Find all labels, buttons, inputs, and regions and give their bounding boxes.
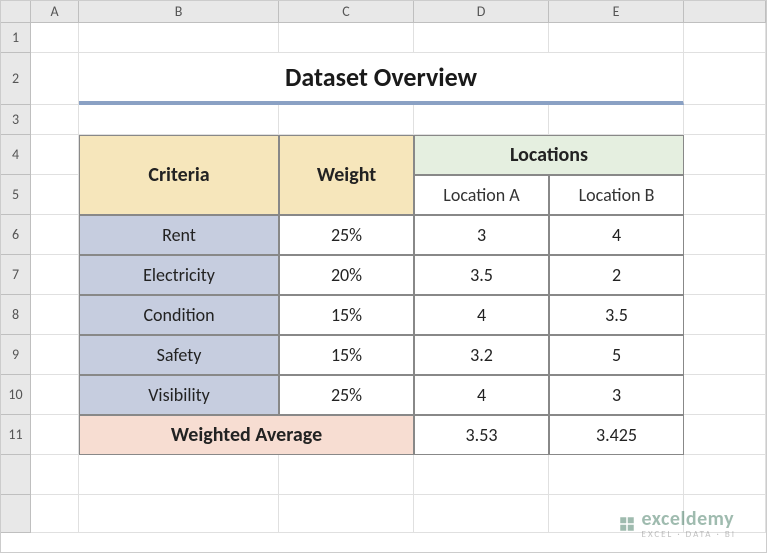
header-criteria[interactable]: Criteria (79, 135, 279, 215)
criteria-cell[interactable]: Visibility (79, 375, 279, 415)
value-cell[interactable]: 4 (549, 215, 684, 255)
weighted-average-label[interactable]: Weighted Average (79, 415, 414, 455)
header-locations[interactable]: Locations (414, 135, 684, 175)
brand-logo-icon (618, 515, 636, 533)
row-header-7[interactable]: 7 (1, 255, 31, 295)
cell[interactable] (79, 105, 279, 135)
cell[interactable] (684, 415, 766, 455)
row-header-11[interactable]: 11 (1, 415, 31, 455)
cell[interactable] (684, 53, 766, 105)
watermark-tag: EXCEL · DATA · BI (642, 529, 736, 540)
col-header-a[interactable]: A (31, 1, 79, 23)
cell[interactable] (279, 455, 414, 495)
cell[interactable] (31, 53, 79, 105)
cell[interactable] (414, 105, 549, 135)
col-header-b[interactable]: B (79, 1, 279, 23)
row-headers: 1 2 3 4 5 6 7 8 9 10 11 (1, 23, 31, 533)
column-headers: A B C D E (31, 1, 766, 23)
cell[interactable] (31, 455, 79, 495)
row-header-4[interactable]: 4 (1, 135, 31, 175)
cell[interactable] (31, 23, 79, 53)
cell[interactable] (684, 455, 766, 495)
value-cell[interactable]: 3.2 (414, 335, 549, 375)
row-header-1[interactable]: 1 (1, 23, 31, 53)
row-header-2[interactable]: 2 (1, 53, 31, 105)
col-header-blank[interactable] (684, 1, 766, 23)
row-header-5[interactable]: 5 (1, 175, 31, 215)
weight-cell[interactable]: 20% (279, 255, 414, 295)
value-cell[interactable]: 3 (414, 215, 549, 255)
header-weight[interactable]: Weight (279, 135, 414, 215)
cell[interactable] (414, 455, 549, 495)
row-header-3[interactable]: 3 (1, 105, 31, 135)
cell[interactable] (31, 295, 79, 335)
value-cell[interactable]: 3 (549, 375, 684, 415)
value-cell[interactable]: 3.5 (414, 255, 549, 295)
row-header-6[interactable]: 6 (1, 215, 31, 255)
weight-cell[interactable]: 15% (279, 335, 414, 375)
cell[interactable] (684, 335, 766, 375)
row-header-8[interactable]: 8 (1, 295, 31, 335)
row-header-blank-1[interactable] (1, 455, 31, 495)
weight-cell[interactable]: 15% (279, 295, 414, 335)
cell[interactable] (31, 215, 79, 255)
cell[interactable] (684, 375, 766, 415)
cell[interactable] (684, 175, 766, 215)
select-all-corner[interactable] (1, 1, 31, 23)
header-location-a[interactable]: Location A (414, 175, 549, 215)
cell[interactable] (684, 105, 766, 135)
cell[interactable] (684, 215, 766, 255)
watermark: exceldemy EXCEL · DATA · BI (618, 507, 736, 540)
cell[interactable] (549, 23, 684, 53)
spreadsheet: A B C D E 1 2 3 4 5 6 7 8 9 10 11 (0, 0, 767, 553)
cell[interactable] (549, 455, 684, 495)
value-cell[interactable]: 2 (549, 255, 684, 295)
col-header-e[interactable]: E (549, 1, 684, 23)
value-cell[interactable]: 5 (549, 335, 684, 375)
weight-cell[interactable]: 25% (279, 215, 414, 255)
weighted-average-b[interactable]: 3.425 (549, 415, 684, 455)
cell[interactable] (31, 135, 79, 175)
cell[interactable] (31, 105, 79, 135)
cell[interactable] (684, 23, 766, 53)
cell[interactable] (31, 335, 79, 375)
col-header-d[interactable]: D (414, 1, 549, 23)
criteria-cell[interactable]: Condition (79, 295, 279, 335)
cell[interactable] (31, 495, 79, 533)
cell[interactable] (279, 105, 414, 135)
cell[interactable] (31, 375, 79, 415)
cell[interactable] (684, 135, 766, 175)
col-header-c[interactable]: C (279, 1, 414, 23)
cell[interactable] (279, 23, 414, 53)
cell[interactable] (549, 105, 684, 135)
row-header-10[interactable]: 10 (1, 375, 31, 415)
row-header-9[interactable]: 9 (1, 335, 31, 375)
criteria-cell[interactable]: Safety (79, 335, 279, 375)
row-header-blank-2[interactable] (1, 495, 31, 533)
cell[interactable] (31, 175, 79, 215)
cell[interactable] (279, 495, 414, 533)
cell[interactable] (31, 415, 79, 455)
weighted-average-a[interactable]: 3.53 (414, 415, 549, 455)
weight-cell[interactable]: 25% (279, 375, 414, 415)
cell[interactable] (684, 255, 766, 295)
cell[interactable] (79, 495, 279, 533)
criteria-cell[interactable]: Electricity (79, 255, 279, 295)
cell[interactable] (79, 455, 279, 495)
value-cell[interactable]: 4 (414, 295, 549, 335)
value-cell[interactable]: 4 (414, 375, 549, 415)
cell[interactable] (31, 255, 79, 295)
page-title[interactable]: Dataset Overview (79, 53, 684, 105)
watermark-brand: exceldemy (642, 507, 735, 531)
header-location-b[interactable]: Location B (549, 175, 684, 215)
cell-grid: Dataset Overview Criteria Weight Locatio… (31, 23, 766, 533)
cell[interactable] (414, 23, 549, 53)
criteria-cell[interactable]: Rent (79, 215, 279, 255)
cell[interactable] (684, 295, 766, 335)
cell[interactable] (79, 23, 279, 53)
cell[interactable] (414, 495, 549, 533)
value-cell[interactable]: 3.5 (549, 295, 684, 335)
